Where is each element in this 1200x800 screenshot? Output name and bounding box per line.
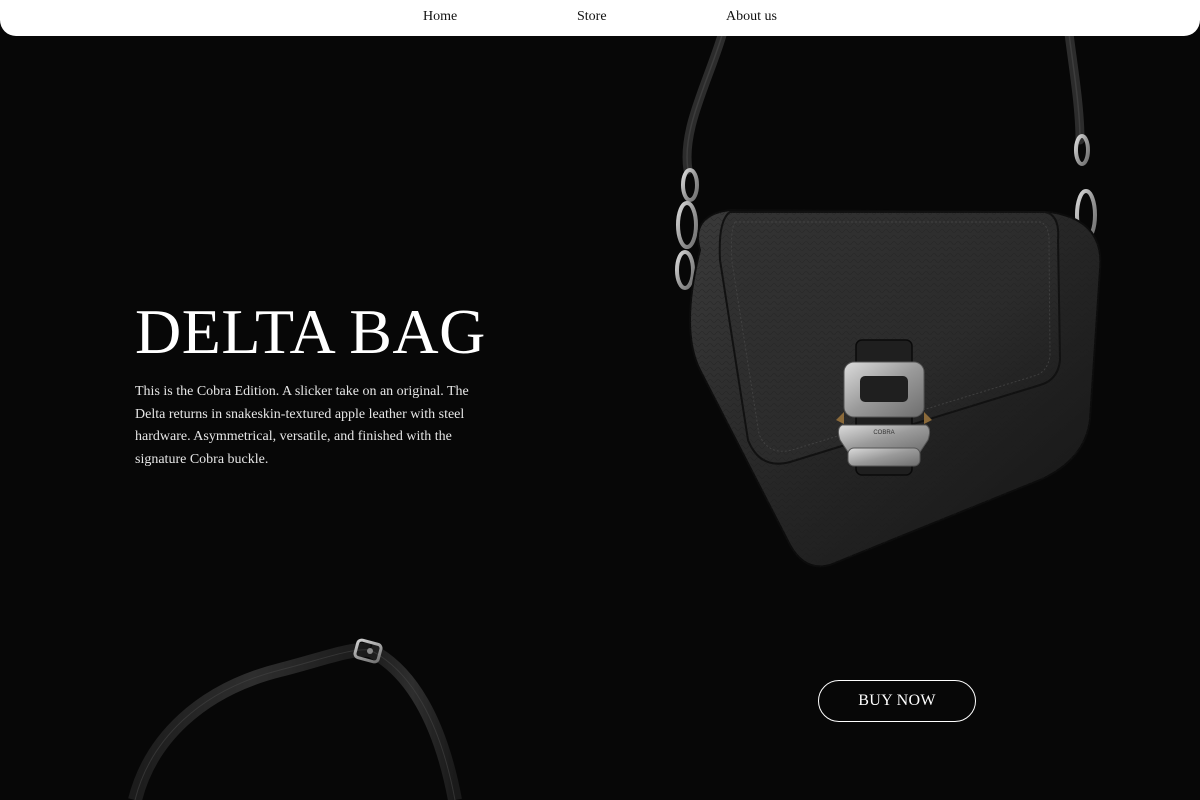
crossbody-bag-image: COBRA [675,0,1102,568]
page: Home Store About us COBRA DELTA BAG This… [0,0,1200,800]
nav-store-link[interactable]: Store [577,8,607,26]
nav-home-link[interactable]: Home [423,8,457,26]
buckle-engraving: COBRA [873,430,894,436]
product-description: This is the Cobra Edition. A slicker tak… [135,384,469,467]
product-title: DELTA BAG [135,296,486,367]
bag-strap-image [128,638,462,800]
buy-now-button[interactable]: BUY NOW [818,680,976,722]
nav-about-link[interactable]: About us [726,8,777,26]
top-nav: Home Store About us [0,0,1200,36]
